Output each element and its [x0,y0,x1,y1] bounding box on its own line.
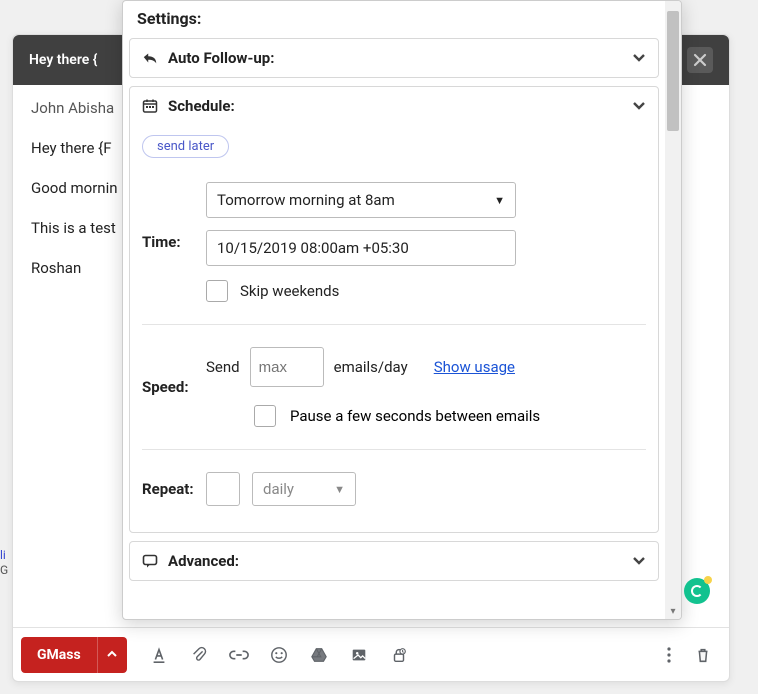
caret-down-icon: ▼ [334,483,345,496]
time-preset-value: Tomorrow morning at 8am [217,191,395,209]
time-datetime-value: 10/15/2019 08:00am +05:30 [217,239,409,257]
repeat-unit-value: daily [263,480,294,498]
speed-row: Speed: Send emails/day Show usage Pause … [142,337,646,437]
format-toolbar [149,645,409,665]
compose-toolbar: GMass [13,627,729,681]
skip-weekends-checkbox[interactable] [206,280,228,302]
gmass-send-button[interactable]: GMass [21,637,97,673]
time-row: Time: Tomorrow morning at 8am ▼ 10/15/20… [142,172,646,312]
gmass-dropdown-button[interactable] [97,637,127,673]
speed-suffix: emails/day [334,358,408,376]
scrollbar-thumb[interactable] [667,11,679,131]
divider [142,324,646,325]
section-label-schedule: Schedule: [168,97,235,115]
chevron-down-icon [632,49,646,67]
section-label-auto-followup: Auto Follow-up: [168,49,274,67]
more-icon[interactable] [659,645,679,665]
chevron-down-icon [632,97,646,115]
settings-title: Settings: [123,1,665,38]
repeat-count-input[interactable] [206,472,240,506]
attach-icon[interactable] [189,645,209,665]
background-fragment: G [0,563,18,577]
send-later-pill[interactable]: send later [142,135,229,158]
speed-prefix: Send [206,358,240,376]
repeat-unit-select[interactable]: daily ▼ [252,472,356,506]
speed-input[interactable] [250,347,324,387]
time-preset-select[interactable]: Tomorrow morning at 8am ▼ [206,182,516,218]
section-head-auto-followup[interactable]: Auto Follow-up: [130,39,658,77]
emoji-icon[interactable] [269,645,289,665]
speed-label: Speed: [142,378,206,396]
chat-icon [142,554,158,568]
section-head-advanced[interactable]: Advanced: [130,542,658,580]
repeat-label: Repeat: [142,480,206,498]
link-icon[interactable] [229,645,249,665]
caret-down-icon: ▼ [494,194,505,207]
pause-row: Pause a few seconds between emails [254,405,646,427]
background-fragment: li [0,548,18,562]
show-usage-link[interactable]: Show usage [434,358,515,376]
pause-label: Pause a few seconds between emails [290,407,540,425]
settings-scrollbar[interactable]: ▾ [665,1,681,619]
confidential-icon[interactable] [389,645,409,665]
pause-checkbox[interactable] [254,405,276,427]
reply-icon [142,51,158,65]
section-head-schedule[interactable]: Schedule: [130,87,658,125]
time-label: Time: [142,233,206,251]
trash-icon[interactable] [693,645,713,665]
close-icon[interactable] [687,47,713,73]
compose-subject-header: Hey there { [29,52,97,68]
calendar-icon [142,98,158,114]
settings-panel: ▾ Settings: Auto Follow-up: Schedule: [122,0,682,620]
chevron-down-icon [632,552,646,570]
image-icon[interactable] [349,645,369,665]
schedule-body: send later Time: Tomorrow morning at 8am… [130,125,658,532]
time-datetime-input[interactable]: 10/15/2019 08:00am +05:30 [206,230,516,266]
text-format-icon[interactable] [149,645,169,665]
skip-weekends-row: Skip weekends [206,280,646,302]
skip-weekends-label: Skip weekends [240,282,339,300]
divider [142,449,646,450]
grammarly-icon[interactable] [684,578,710,604]
repeat-row: Repeat: daily ▼ [142,462,646,516]
section-schedule: Schedule: send later Time: Tomorrow morn… [129,86,659,533]
section-label-advanced: Advanced: [168,552,239,570]
scrollbar-down-icon[interactable]: ▾ [667,605,679,617]
section-advanced: Advanced: [129,541,659,581]
gmass-button-group: GMass [21,637,127,673]
drive-icon[interactable] [309,645,329,665]
section-auto-followup: Auto Follow-up: [129,38,659,78]
